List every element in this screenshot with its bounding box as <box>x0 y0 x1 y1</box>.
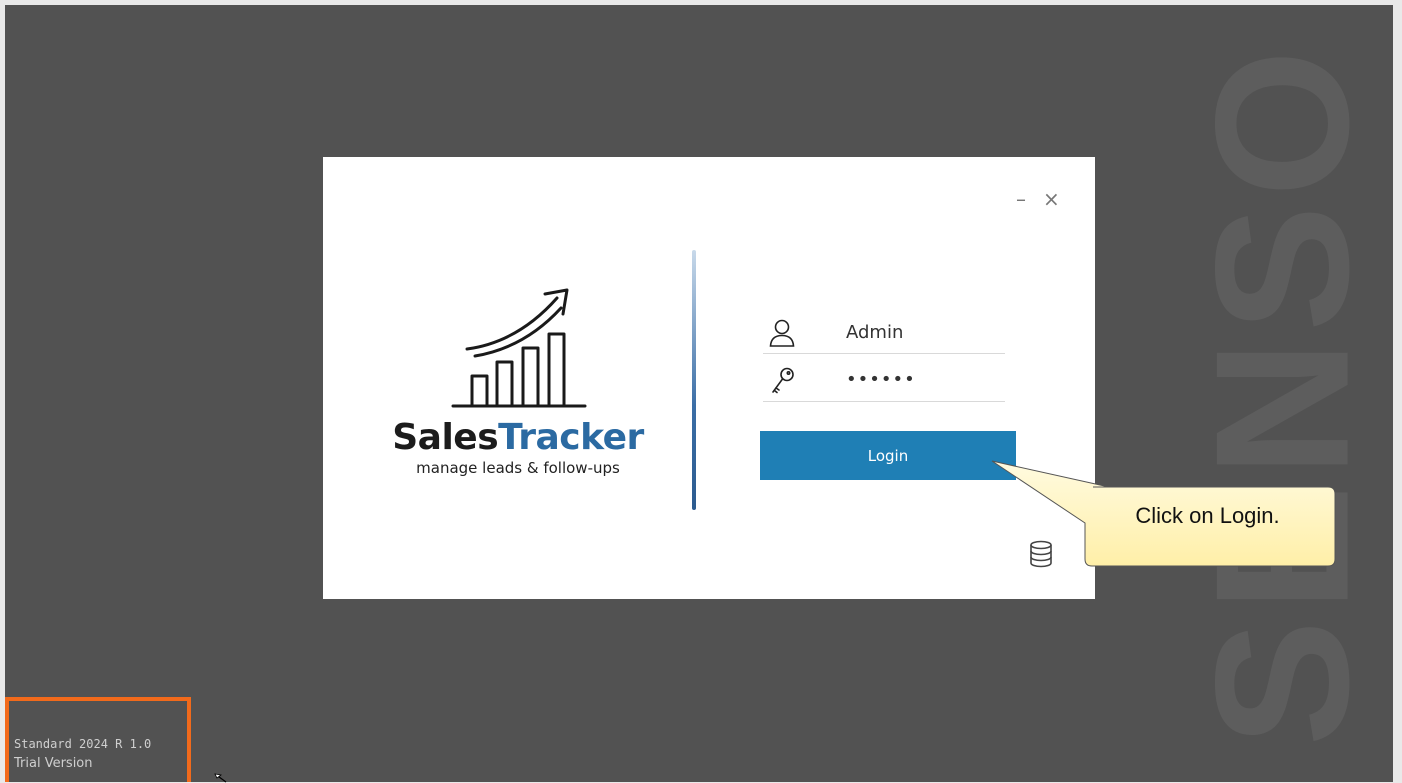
password-field[interactable]: •••••• <box>846 369 1006 390</box>
password-underline <box>763 401 1005 402</box>
login-button[interactable]: Login <box>760 431 1016 480</box>
brand-name-part1: Sales <box>392 417 499 458</box>
brand-tagline: manage leads & follow-ups <box>416 459 620 477</box>
callout-text: Click on Login. <box>1135 503 1280 528</box>
login-button-label: Login <box>867 446 909 465</box>
vertical-divider <box>692 250 696 510</box>
brand-name-part2: Tracker <box>498 417 644 458</box>
growth-chart-logo <box>451 288 587 408</box>
user-icon <box>769 319 795 347</box>
version-text: Standard 2024 R 1.0 <box>14 737 152 751</box>
watermark-text: SENSO <box>1177 40 1389 747</box>
login-dialog: – × SalesTracker manage leads & follow-u… <box>323 157 1095 599</box>
brand-name: SalesTracker <box>368 419 668 457</box>
close-button[interactable]: × <box>1043 187 1060 211</box>
license-text: Trial Version <box>14 756 93 771</box>
username-underline <box>763 353 1005 354</box>
username-field[interactable]: Admin <box>846 322 1006 343</box>
key-icon <box>772 367 794 394</box>
minimize-button[interactable]: – <box>1016 187 1026 211</box>
watermark: SENSO <box>1177 5 1389 782</box>
